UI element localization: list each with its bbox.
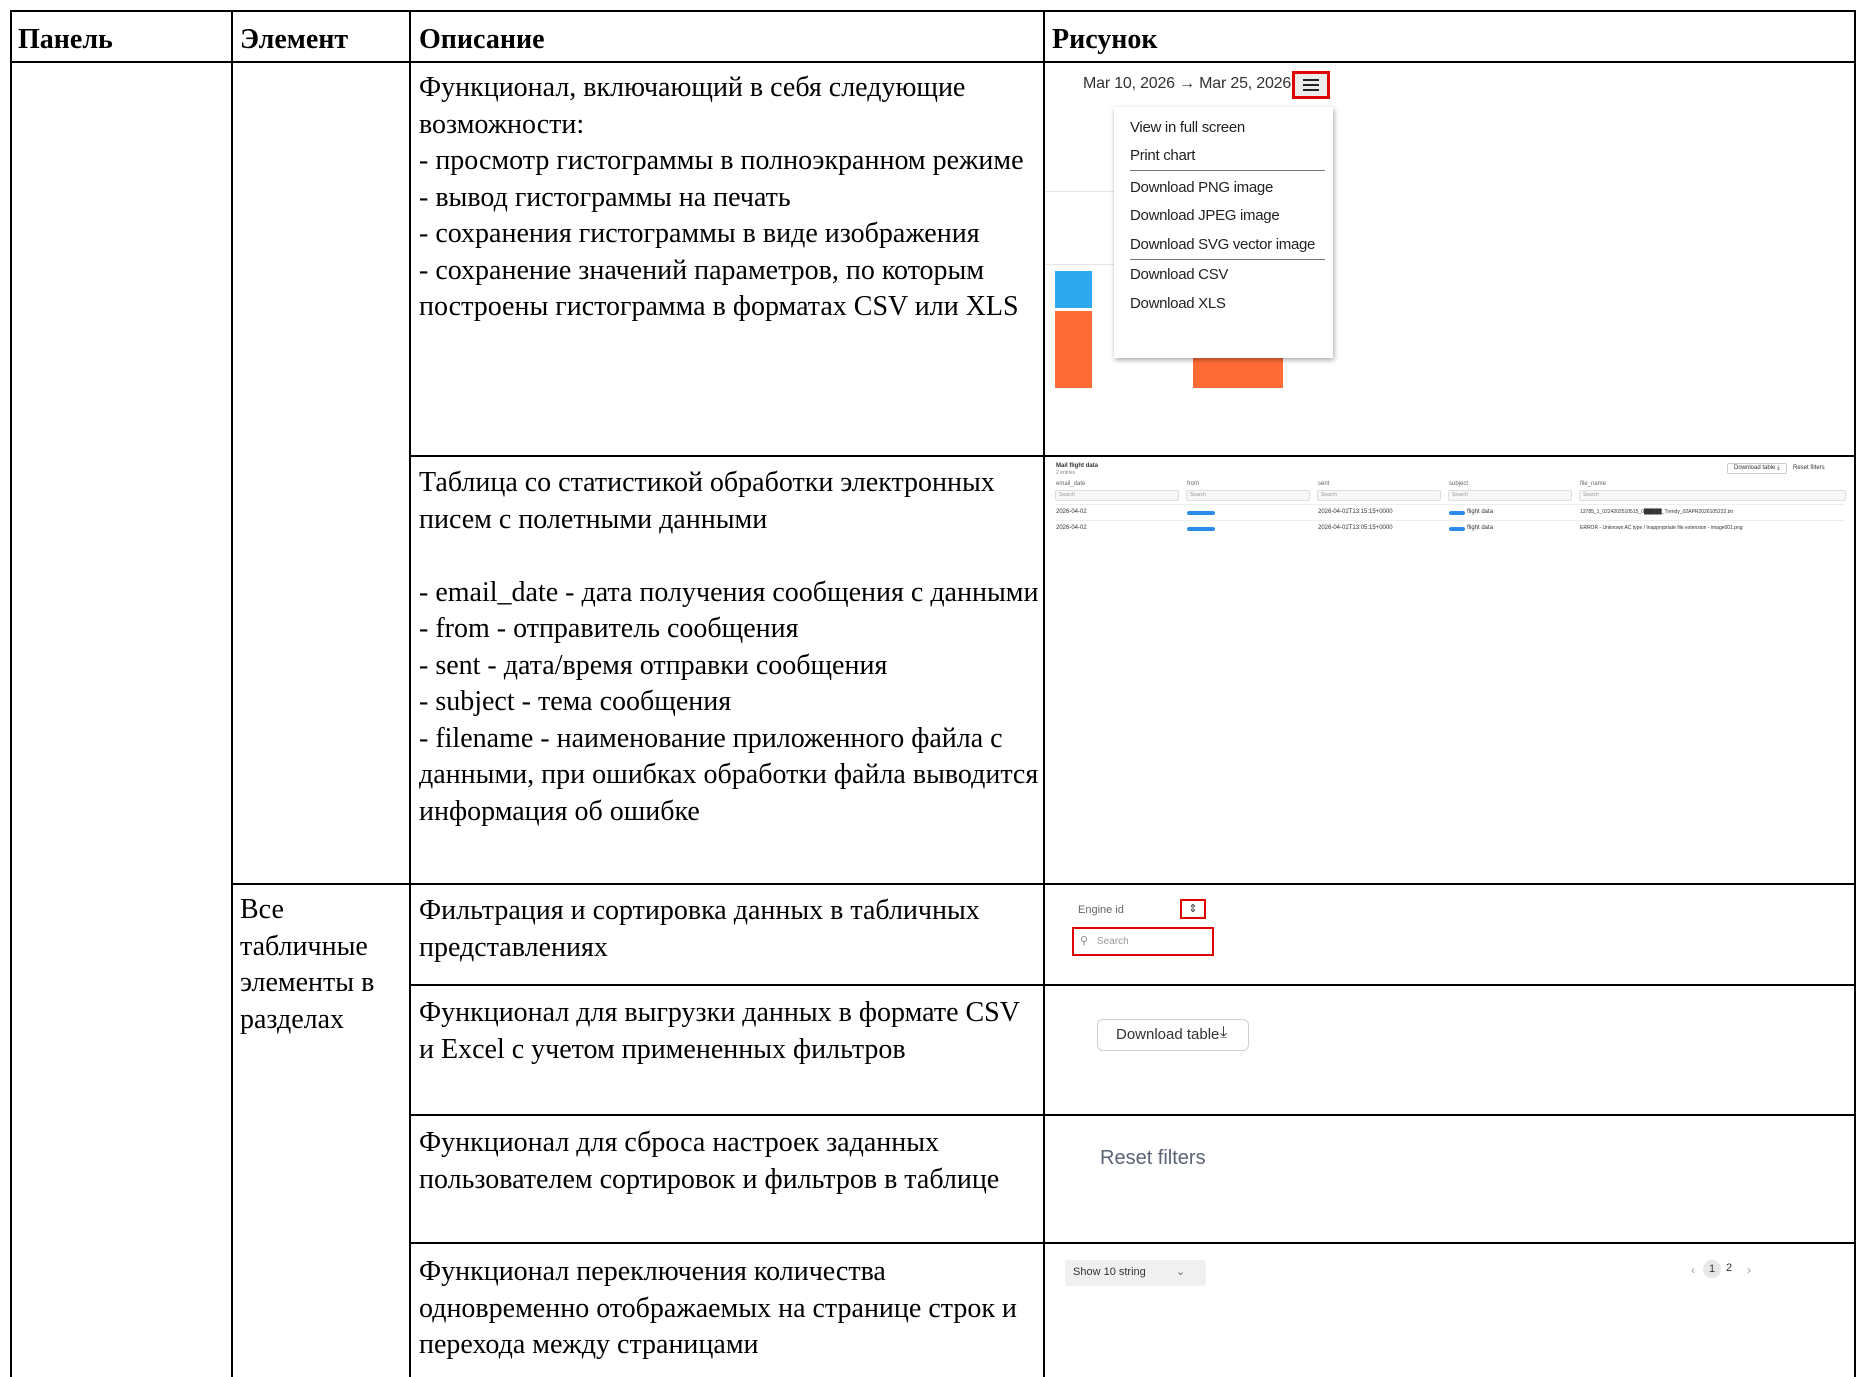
header-description: Описание [419,24,545,55]
filter-search-placeholder: Search [1097,936,1129,947]
row2-file-name: ERROR - Unknown AC type / Inappropriate … [1580,525,1743,531]
mini-search-input[interactable]: Search [1448,490,1572,501]
description-reset: Функционал для сброса настроек заданных … [419,1127,1000,1195]
row2-sent: 2026-04-02T13:05:15+0000 [1318,525,1393,531]
row2-email-date: 2026-04-02 [1056,525,1087,531]
menu-item-jpeg[interactable]: Download JPEG image [1130,207,1280,224]
filter-column-label: Engine id [1078,904,1124,916]
mail-table-title: Mail flight data [1056,463,1098,469]
header-picture: Рисунок [1052,24,1158,55]
mini-download-label: Download table [1734,465,1776,471]
search-icon: ⚲ [1080,935,1089,947]
menu-item-png[interactable]: Download PNG image [1130,179,1273,196]
column-sent[interactable]: sent [1318,481,1329,487]
prev-page-icon[interactable]: ‹ [1691,1263,1695,1277]
reset-filters-button[interactable]: Reset filters [1100,1147,1206,1170]
row1-subject-redacted [1449,511,1465,515]
mini-search-placeholder: Search [1059,492,1075,498]
row1-email-date: 2026-04-02 [1056,509,1087,515]
menu-separator [1130,259,1325,260]
mini-search-placeholder: Search [1321,492,1337,498]
mini-search-placeholder: Search [1190,492,1206,498]
mini-search-input[interactable]: Search [1186,490,1310,501]
picture-filter: Engine id ⇕ ⚲ Search [1045,885,1854,984]
next-page-icon[interactable]: › [1747,1263,1751,1277]
column-from[interactable]: from [1187,481,1199,487]
menu-item-xls[interactable]: Download XLS [1130,295,1226,312]
row1-sent: 2026-04-02T13:15:15+0000 [1318,509,1393,515]
row2-subject: flight data [1467,525,1494,531]
header-element: Элемент [240,24,349,55]
document-table: Панель Элемент Описание Рисунок Функцион… [10,10,1856,1377]
picture-pagination: Show 10 string ⌄ ‹ 1 2 › [1045,1244,1854,1377]
mini-search-input[interactable]: Search [1579,490,1846,501]
column-email-date[interactable]: email_date [1056,481,1085,487]
description-download: Функционал для выгрузки данных в формате… [419,997,1020,1065]
picture-download: Download table ⤓ [1045,986,1854,1114]
mail-table-subtitle: 2 entries [1056,470,1076,476]
page-2[interactable]: 2 [1726,1262,1732,1274]
menu-item-print[interactable]: Print chart [1130,147,1195,164]
picture-chart-menu: Mar 10, 2026 → Mar 25, 2026 View in full… [1045,63,1854,455]
download-icon: ⤓ [1220,1024,1228,1041]
menu-separator [1130,170,1325,171]
row1-from-redacted [1187,511,1215,515]
mini-search-placeholder: Search [1583,492,1599,498]
rows-per-page-value: Show 10 string [1073,1266,1146,1278]
description-pagination: Функционал переключения количества однов… [419,1256,1017,1360]
page-2-label: 2 [1726,1262,1733,1274]
filter-search-input[interactable]: ⚲ Search [1072,927,1214,956]
picture-reset: Reset filters [1045,1116,1854,1242]
sort-icon[interactable]: ⇕ [1180,899,1206,919]
description-filter: Фильтрация и сортировка данных в табличн… [419,895,980,963]
column-subject[interactable]: subject [1449,481,1468,487]
chart-context-menu: View in full screen Print chart Download… [1114,107,1333,358]
mini-download-button[interactable]: Download table ⤓ [1727,463,1787,474]
page-1-label: 1 [1708,1263,1716,1275]
row1-file-name: 13785_1_0224202510515_0█████_Trendy_02AP… [1580,509,1733,515]
menu-item-csv[interactable]: Download CSV [1130,266,1228,283]
download-table-label: Download table [1116,1026,1220,1043]
row2-from-redacted [1187,527,1215,531]
chart-bar-blue [1055,271,1092,308]
mini-search-placeholder: Search [1452,492,1468,498]
menu-item-fullscreen[interactable]: View in full screen [1130,119,1245,136]
mini-reset-button[interactable]: Reset filters [1793,465,1825,471]
rows-per-page-select[interactable]: Show 10 string ⌄ [1065,1260,1206,1286]
description-mail-table: Таблица со статистикой обработки электро… [419,467,1039,827]
mini-search-input[interactable]: Search [1055,490,1179,501]
row1-subject: flight data [1467,509,1494,515]
chart-bar-orange [1055,311,1092,388]
column-file-name[interactable]: file_name [1580,481,1606,487]
description-chart-menu: Функционал, включающий в себя следующие … [419,72,1024,322]
date-range: Mar 10, 2026 → Mar 25, 2026 [1083,75,1292,92]
menu-item-svg[interactable]: Download SVG vector image [1130,236,1315,253]
header-panel: Панель [18,24,113,55]
element-all-tables: Все табличные элементы в разделах [240,894,375,1035]
picture-mail-table: Mail flight data 2 entries Download tabl… [1045,457,1854,883]
chevron-down-icon: ⌄ [1176,1266,1186,1278]
page-1[interactable]: 1 [1703,1260,1721,1278]
row2-subject-redacted [1449,527,1465,531]
download-table-button[interactable]: Download table ⤓ [1097,1019,1249,1051]
mini-search-input[interactable]: Search [1317,490,1441,501]
chart-menu-button[interactable] [1292,71,1330,99]
